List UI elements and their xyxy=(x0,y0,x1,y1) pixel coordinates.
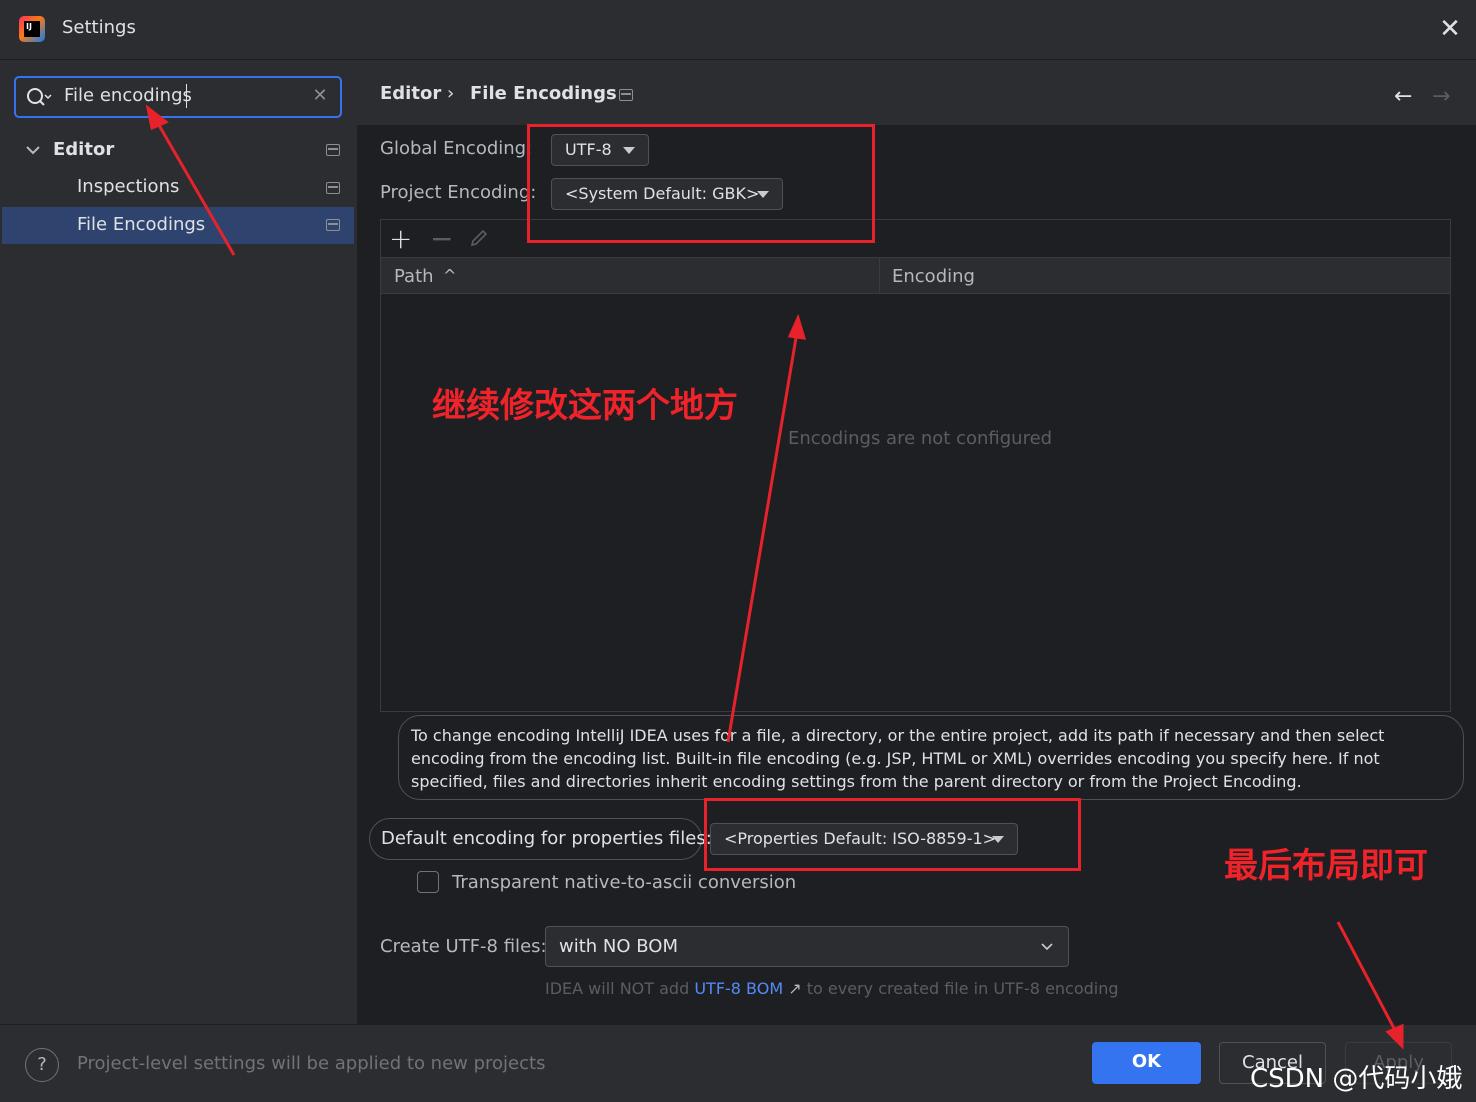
remove-icon[interactable]: − xyxy=(430,222,453,255)
tree-item-file-encodings[interactable]: File Encodings xyxy=(77,214,205,235)
breadcrumb-separator: › xyxy=(447,83,455,104)
ok-button[interactable]: OK xyxy=(1092,1042,1201,1084)
forward-arrow-icon[interactable]: → xyxy=(1432,84,1450,109)
column-header-encoding[interactable]: Encoding xyxy=(892,266,975,287)
project-scope-icon xyxy=(326,182,340,194)
column-divider[interactable] xyxy=(879,258,880,294)
external-link-icon: ↗ xyxy=(788,979,802,998)
column-header-path[interactable]: Path xyxy=(394,266,434,287)
info-description: To change encoding IntelliJ IDEA uses fo… xyxy=(398,715,1464,800)
close-icon[interactable]: ✕ xyxy=(1436,14,1464,44)
clear-search-icon[interactable]: ✕ xyxy=(310,86,330,106)
annotation-note-middle: 继续修改这两个地方 xyxy=(432,386,738,426)
tree-item-editor[interactable]: Editor xyxy=(53,139,114,160)
text-caret xyxy=(186,84,187,108)
utf8-hint: IDEA will NOT add UTF-8 BOM ↗ to every c… xyxy=(545,979,1119,998)
project-scope-icon xyxy=(326,144,340,156)
search-icon xyxy=(27,88,52,106)
transparent-conversion-label[interactable]: Transparent native-to-ascii conversion xyxy=(452,872,796,893)
search-value: File encodings xyxy=(64,85,192,106)
annotation-box-encodings xyxy=(527,124,875,243)
tree-item-inspections[interactable]: Inspections xyxy=(77,176,179,197)
chevron-down-icon[interactable] xyxy=(24,140,42,160)
help-button[interactable]: ? xyxy=(25,1048,59,1082)
chevron-down-icon xyxy=(1041,943,1053,951)
transparent-conversion-checkbox[interactable] xyxy=(417,871,439,893)
csdn-watermark: CSDN @代码小娥 xyxy=(1250,1064,1463,1094)
properties-encoding-label: Default encoding for properties files: xyxy=(381,828,712,849)
project-scope-icon xyxy=(326,219,340,231)
create-utf8-value: with NO BOM xyxy=(559,936,678,957)
settings-sidebar xyxy=(0,61,356,1024)
footer-hint: Project-level settings will be applied t… xyxy=(77,1053,546,1074)
intellij-logo-icon: IJ xyxy=(19,16,45,42)
add-icon[interactable]: + xyxy=(389,222,412,255)
utf8-bom-link[interactable]: UTF-8 BOM xyxy=(694,979,783,998)
breadcrumb-current: File Encodings xyxy=(470,83,617,104)
window-title: Settings xyxy=(62,17,136,38)
utf8-hint-suffix: to every created file in UTF-8 encoding xyxy=(806,979,1119,998)
empty-table-message: Encodings are not configured xyxy=(788,428,1053,449)
create-utf8-label: Create UTF-8 files: xyxy=(380,936,547,957)
title-bar xyxy=(0,0,1476,60)
global-encoding-label: Global Encoding: xyxy=(380,138,533,159)
sort-ascending-icon: ^ xyxy=(443,266,457,285)
create-utf8-dropdown[interactable]: with NO BOM xyxy=(545,926,1069,967)
back-arrow-icon[interactable]: ← xyxy=(1394,84,1412,109)
edit-pencil-icon[interactable] xyxy=(469,228,489,248)
breadcrumb-editor[interactable]: Editor xyxy=(380,83,441,104)
utf8-hint-prefix: IDEA will NOT add xyxy=(545,979,690,998)
annotation-box-properties xyxy=(704,798,1081,871)
annotation-note-bottom: 最后布局即可 xyxy=(1224,846,1428,886)
project-scope-icon xyxy=(619,89,633,101)
project-encoding-label: Project Encoding: xyxy=(380,182,537,203)
